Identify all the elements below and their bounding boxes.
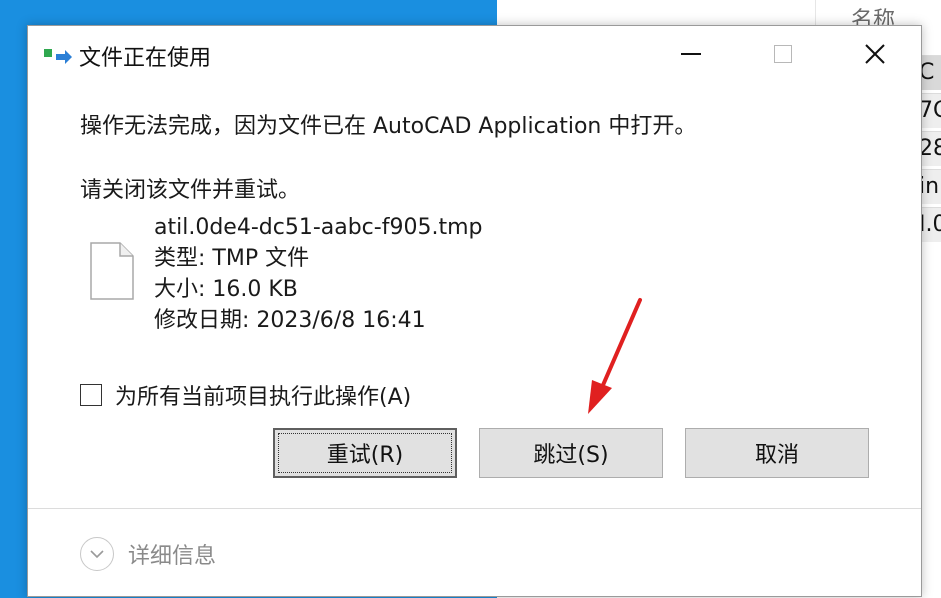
file-info: atil.0de4-dc51-aabc-f905.tmp 类型: TMP 文件 … <box>154 212 482 336</box>
file-size: 大小: 16.0 KB <box>154 277 298 302</box>
apply-to-all-label[interactable]: 为所有当前项目执行此操作(A) <box>115 379 411 411</box>
cancel-button[interactable]: 取消 <box>685 428 869 478</box>
maximize-icon <box>774 45 792 63</box>
error-message: 操作无法完成，因为文件已在 AutoCAD Application 中打开。 <box>80 114 697 139</box>
file-modified-date: 修改日期: 2023/6/8 16:41 <box>154 308 426 333</box>
skip-button[interactable]: 跳过(S) <box>479 428 663 478</box>
minimize-button[interactable] <box>645 26 737 82</box>
apply-to-all-option[interactable]: 为所有当前项目执行此操作(A) <box>80 380 411 410</box>
maximize-button[interactable] <box>737 26 829 82</box>
file-type: 类型: TMP 文件 <box>154 246 310 271</box>
title-bar[interactable]: 文件正在使用 <box>28 26 921 82</box>
instruction-text: 请关闭该文件并重试。 <box>80 178 301 203</box>
dialog-title: 文件正在使用 <box>79 46 212 71</box>
more-details-toggle[interactable]: 详细信息 <box>80 536 216 572</box>
apply-to-all-checkbox[interactable] <box>80 384 102 406</box>
minimize-icon <box>681 53 701 55</box>
file-in-use-dialog: 文件正在使用 操作无法完成，因为文件已在 AutoCAD Application… <box>27 25 922 597</box>
file-transfer-icon <box>44 49 72 64</box>
chevron-down-icon[interactable] <box>80 537 114 571</box>
close-icon <box>865 44 885 64</box>
footer-divider <box>28 508 921 509</box>
close-button[interactable] <box>829 26 921 82</box>
file-name: atil.0de4-dc51-aabc-f905.tmp <box>154 215 483 240</box>
file-icon <box>90 242 134 300</box>
retry-button[interactable]: 重试(R) <box>273 428 457 478</box>
more-details-label[interactable]: 详细信息 <box>128 538 216 570</box>
